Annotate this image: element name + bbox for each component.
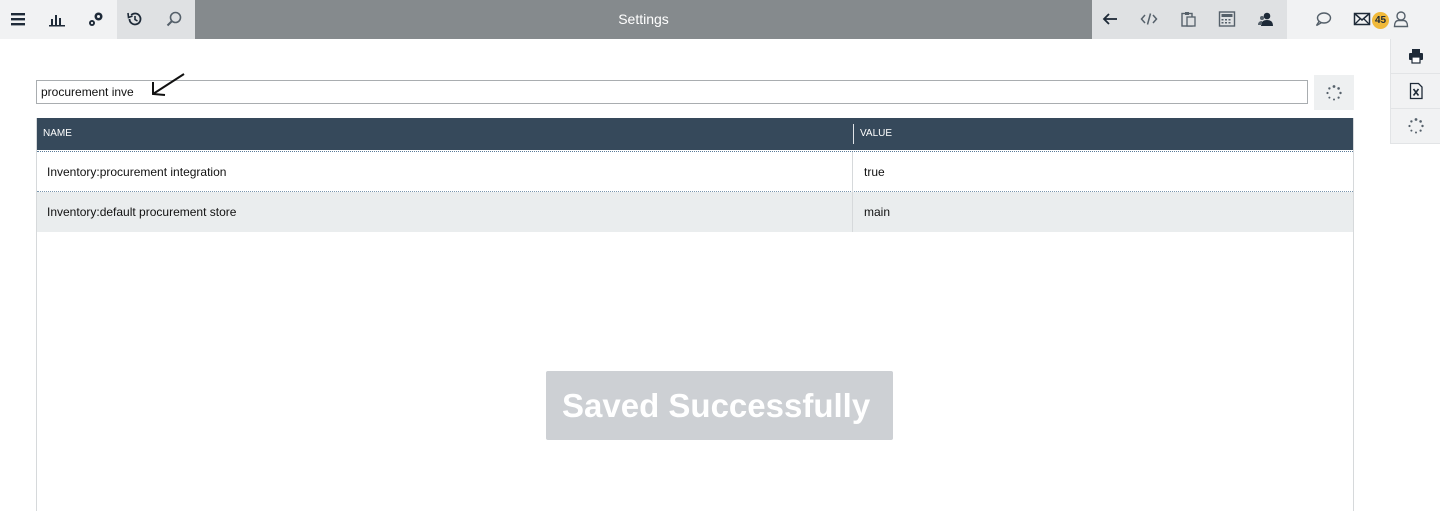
mail-count-badge: 45 xyxy=(1372,12,1389,29)
cell-name[interactable]: Inventory:procurement integration xyxy=(37,152,853,192)
search-loading-button[interactable] xyxy=(1314,75,1354,110)
cell-value[interactable]: true xyxy=(854,152,1353,192)
refresh-icon xyxy=(1407,118,1424,134)
search-input[interactable] xyxy=(36,80,1308,104)
clipboard-icon[interactable] xyxy=(1178,9,1198,29)
arrow-annotation-icon xyxy=(152,73,185,96)
loading-spinner-icon xyxy=(1326,84,1342,100)
table-row[interactable]: Inventory:default procurement store main xyxy=(37,192,1353,232)
settings-gears-icon[interactable] xyxy=(86,9,106,29)
grid-header: NAME VALUE xyxy=(37,118,1353,150)
save-success-toast: Saved Successfully xyxy=(546,371,893,440)
refresh-button[interactable] xyxy=(1391,109,1440,144)
column-header-name[interactable]: NAME xyxy=(37,118,853,150)
top-bar: Settings 45 xyxy=(0,0,1440,39)
menu-icon[interactable] xyxy=(8,9,28,29)
user-icon[interactable] xyxy=(1391,9,1411,29)
search-icon[interactable] xyxy=(164,9,184,29)
mail-icon[interactable] xyxy=(1352,9,1372,29)
excel-export-button[interactable] xyxy=(1391,74,1440,109)
back-arrow-icon[interactable] xyxy=(1100,9,1120,29)
cell-name[interactable]: Inventory:default procurement store xyxy=(37,192,853,232)
bar-chart-icon[interactable] xyxy=(47,9,67,29)
cell-value[interactable]: main xyxy=(854,192,1353,232)
user-group-icon[interactable] xyxy=(1256,9,1276,29)
page-title: Settings xyxy=(195,0,1092,39)
history-icon[interactable] xyxy=(125,9,145,29)
calculator-icon[interactable] xyxy=(1217,9,1237,29)
chat-icon[interactable] xyxy=(1313,9,1333,29)
table-row[interactable]: Inventory:procurement integration true xyxy=(37,152,1353,192)
print-icon xyxy=(1408,49,1423,64)
column-header-value[interactable]: VALUE xyxy=(854,118,1353,150)
settings-grid: NAME VALUE Inventory:procurement integra… xyxy=(36,118,1354,511)
side-toolbar xyxy=(1390,39,1440,144)
print-button[interactable] xyxy=(1391,39,1440,74)
excel-export-icon xyxy=(1409,82,1423,100)
code-icon[interactable] xyxy=(1139,9,1159,29)
